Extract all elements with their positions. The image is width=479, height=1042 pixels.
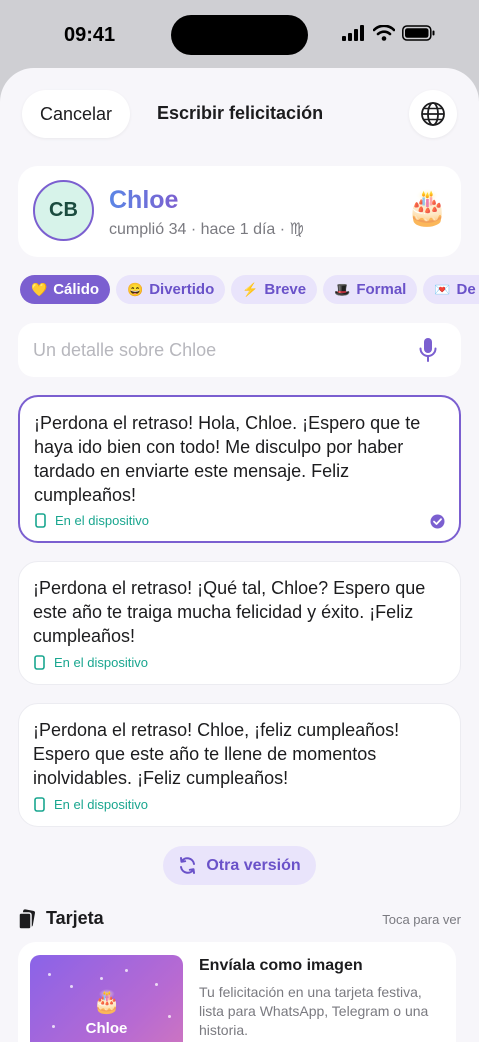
tone-label: De co (456, 281, 479, 298)
battery-icon (402, 25, 435, 41)
tone-label: Divertido (149, 281, 215, 298)
avatar: CB (33, 180, 94, 241)
microphone-icon[interactable] (418, 337, 438, 363)
tap-to-view-hint[interactable]: Toca para ver (382, 912, 461, 927)
phone-icon (34, 797, 45, 812)
detail-input[interactable] (33, 323, 403, 377)
cancel-button[interactable]: Cancelar (22, 90, 131, 138)
on-device-tag: En el dispositivo (34, 797, 148, 812)
nav-bar: Cancelar Escribir felicitación (0, 90, 479, 138)
contact-name: Chloe (109, 186, 179, 214)
other-version-button[interactable]: Otra versión (163, 846, 316, 885)
message-text: ¡Perdona el retraso! Chloe, ¡feliz cumpl… (33, 720, 400, 788)
card-section-title: Tarjeta (46, 908, 104, 928)
on-device-label: En el dispositivo (54, 797, 148, 812)
on-device-tag: En el dispositivo (35, 513, 149, 528)
card-section-header: Tarjeta Toca para ver (18, 908, 461, 932)
status-bar: 09:41 (0, 0, 479, 70)
on-device-label: En el dispositivo (55, 513, 149, 528)
message-option-2[interactable]: ¡Perdona el retraso! ¡Qué tal, Chloe? Es… (18, 561, 461, 685)
on-device-tag: En el dispositivo (34, 655, 148, 670)
tone-chip-calido[interactable]: 💛 Cálido (20, 275, 111, 304)
yellow-heart-icon: 💛 (31, 281, 48, 297)
tone-label: Cálido (53, 281, 100, 298)
card-preview[interactable]: 🎂 Chloe Envíala como imagen Tu felicitac… (18, 942, 456, 1042)
card-thumbnail: 🎂 Chloe (30, 955, 183, 1042)
language-button[interactable] (409, 90, 457, 138)
contact-card: CB Chloe cumplió 34 · hace 1 día · ♍ 🎂 (18, 166, 461, 257)
grinning-face-icon: 😄 (127, 281, 144, 297)
top-hat-icon: 🎩 (334, 281, 351, 297)
birthday-cake-icon: 🎂 (406, 189, 449, 227)
card-preview-title: Envíala como imagen (199, 957, 363, 974)
card-preview-description: Tu felicitación en una tarjeta festiva, … (199, 984, 429, 1038)
compose-sheet: Cancelar Escribir felicitación CB Chloe … (0, 68, 479, 1042)
tone-chip-formal[interactable]: 🎩 Formal (323, 275, 418, 304)
status-icons (342, 25, 435, 41)
dynamic-island (171, 15, 308, 55)
card-stack-icon (18, 909, 35, 930)
globe-icon (421, 102, 445, 126)
message-text: ¡Perdona el retraso! Hola, Chloe. ¡Esper… (34, 413, 421, 505)
message-text: ¡Perdona el retraso! ¡Qué tal, Chloe? Es… (33, 578, 426, 646)
tone-chip-breve[interactable]: ⚡ Breve (231, 275, 318, 304)
refresh-icon (180, 857, 196, 874)
cellular-signal-icon (342, 25, 364, 41)
love-letter-icon: 💌 (434, 281, 451, 297)
checkmark-icon (430, 514, 445, 529)
lightning-icon: ⚡ (242, 281, 259, 297)
on-device-label: En el dispositivo (54, 655, 148, 670)
thumbnail-name: Chloe (85, 1020, 128, 1037)
phone-icon (34, 655, 45, 670)
birthday-cake-icon: 🎂 (93, 989, 121, 1014)
tone-label: Formal (356, 281, 407, 298)
message-option-1[interactable]: ¡Perdona el retraso! Hola, Chloe. ¡Esper… (18, 395, 461, 543)
status-time: 09:41 (64, 24, 116, 46)
contact-subtitle: cumplió 34 · hace 1 día · ♍ (109, 221, 304, 238)
wifi-icon (373, 25, 395, 41)
page-title: Escribir felicitación (157, 103, 324, 123)
phone-icon (35, 513, 46, 528)
tone-selector: 💛 Cálido 😄 Divertido ⚡ Breve 🎩 Formal 💌 … (20, 275, 479, 304)
message-option-3[interactable]: ¡Perdona el retraso! Chloe, ¡feliz cumpl… (18, 703, 461, 827)
other-version-label: Otra versión (206, 856, 301, 874)
detail-field (18, 323, 461, 377)
tone-chip-de-corazon[interactable]: 💌 De co (423, 275, 479, 304)
tone-label: Breve (264, 281, 307, 298)
tone-chip-divertido[interactable]: 😄 Divertido (116, 275, 226, 304)
